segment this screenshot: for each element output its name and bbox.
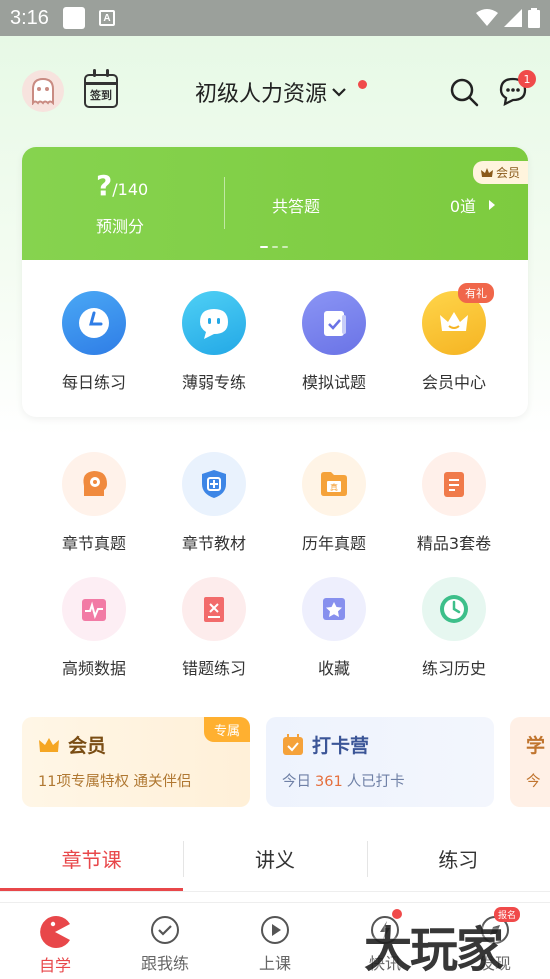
keyboard-icon: A <box>98 10 115 26</box>
vip-tag[interactable]: 会员 <box>472 161 528 184</box>
tab-chapter-course[interactable]: 章节课 <box>0 826 184 891</box>
status-time: 3:16 <box>10 6 49 29</box>
pulse-icon <box>62 577 126 641</box>
clipboard-icon <box>422 452 486 516</box>
feature-favorites[interactable]: 收藏 <box>274 577 394 679</box>
shield-plus-icon <box>182 452 246 516</box>
feature-grid-row-2: 高频数据 错题练习 收藏 练习历史 <box>0 577 550 679</box>
crown-icon <box>39 737 59 752</box>
new-dot <box>358 80 368 89</box>
page-title: 初级人力资源 <box>195 82 328 107</box>
vip-promo-subtitle: 11项专属特权 通关伴侣 <box>38 774 192 790</box>
nav-self-study[interactable]: 自学 <box>0 903 110 979</box>
predicted-score: ?/140 <box>96 169 149 202</box>
pacman-icon <box>40 916 70 948</box>
avatar[interactable] <box>22 70 64 112</box>
quick-daily-practice[interactable]: 每日练习 <box>34 291 154 393</box>
quick-vip-center[interactable]: 有礼 会员中心 <box>394 283 514 393</box>
nav-practice-with-me[interactable]: 跟我练 <box>110 903 220 979</box>
check-circle-icon <box>151 916 179 944</box>
study-promo-subtitle: 今 <box>526 774 541 790</box>
chevron-right-icon <box>489 200 495 210</box>
tab-practice[interactable]: 练习 <box>366 826 550 891</box>
checkin-camp-title: 打卡营 <box>312 735 370 757</box>
study-promo-card[interactable]: 学 今 <box>510 717 550 807</box>
predicted-score-label: 预测分 <box>96 217 145 236</box>
history-clock-icon <box>422 577 486 641</box>
exam-selector[interactable]: 初级人力资源 <box>195 76 368 108</box>
feature-high-freq-data[interactable]: 高频数据 <box>34 577 154 679</box>
feature-wrong-questions[interactable]: 错题练习 <box>154 577 274 679</box>
star-box-icon <box>302 577 366 641</box>
divider <box>224 177 225 229</box>
search-button[interactable] <box>448 76 480 112</box>
search-icon <box>450 78 479 107</box>
ghost-avatar-icon <box>32 77 54 105</box>
paper-icon <box>302 291 366 355</box>
calendar-check-icon <box>283 733 303 755</box>
gift-tag: 有礼 <box>458 283 494 303</box>
play-circle-icon <box>261 916 289 944</box>
answers-label: 共答题 <box>272 197 321 216</box>
wifi-icon <box>476 9 498 26</box>
signal-icon <box>504 9 522 27</box>
checkin-camp-card[interactable]: 打卡营 今日 361 人已打卡 <box>266 717 494 807</box>
exclusive-tag: 专属 <box>203 717 250 742</box>
feature-practice-history[interactable]: 练习历史 <box>394 577 514 679</box>
prediction-panel[interactable]: ?/140 预测分 共答题 0道 会员 <box>22 147 528 260</box>
promo-row: 会员 11项专属特权 通关伴侣 专属 打卡营 今日 361 人已打卡 学 今 <box>22 717 550 807</box>
vip-promo-title: 会员 <box>68 735 107 757</box>
answers-value: 0道 <box>450 193 496 217</box>
watermark-logo: 大玩家 <box>364 922 504 978</box>
notification-icon <box>62 7 85 29</box>
feature-premium-papers[interactable]: 精品3套卷 <box>394 452 514 554</box>
feature-grid-row-1: 章节真题 章节教材 真 历年真题 精品3套卷 <box>0 452 550 554</box>
battery-icon <box>528 8 540 28</box>
book-x-icon <box>182 577 246 641</box>
messages-button[interactable]: 1 <box>498 70 536 110</box>
svg-text:真: 真 <box>330 482 338 492</box>
chat-face-icon <box>182 291 246 355</box>
feature-chapter-questions[interactable]: 章节真题 <box>34 452 154 554</box>
checkin-label: 签到 <box>90 89 112 102</box>
feature-chapter-textbook[interactable]: 章节教材 <box>154 452 274 554</box>
status-bar: 3:16 A <box>0 0 550 36</box>
content-tabs: 章节课 讲义 练习 <box>0 826 550 892</box>
top-bar: 签到 初级人力资源 1 <box>0 66 550 118</box>
nav-class[interactable]: 上课 <box>220 903 330 979</box>
message-count-badge: 1 <box>518 70 536 88</box>
quick-weak-practice[interactable]: 薄弱专练 <box>154 291 274 393</box>
checkin-button[interactable]: 签到 <box>84 69 118 108</box>
checkin-camp-subtitle: 今日 361 人已打卡 <box>282 774 405 790</box>
quick-mock-exam[interactable]: 模拟试题 <box>274 291 394 393</box>
clock-icon <box>62 291 126 355</box>
vip-promo-card[interactable]: 会员 11项专属特权 通关伴侣 专属 <box>22 717 250 807</box>
tab-handouts[interactable]: 讲义 <box>183 826 366 891</box>
head-gear-icon <box>62 452 126 516</box>
feature-past-exams[interactable]: 真 历年真题 <box>274 452 394 554</box>
study-promo-title: 学 <box>526 735 546 757</box>
chevron-down-icon <box>332 88 346 97</box>
crown-icon <box>480 167 493 177</box>
quick-actions: 每日练习 薄弱专练 模拟试题 有礼 会员中心 <box>0 283 550 393</box>
folder-zhen-icon: 真 <box>302 452 366 516</box>
carousel-indicator <box>260 246 288 248</box>
